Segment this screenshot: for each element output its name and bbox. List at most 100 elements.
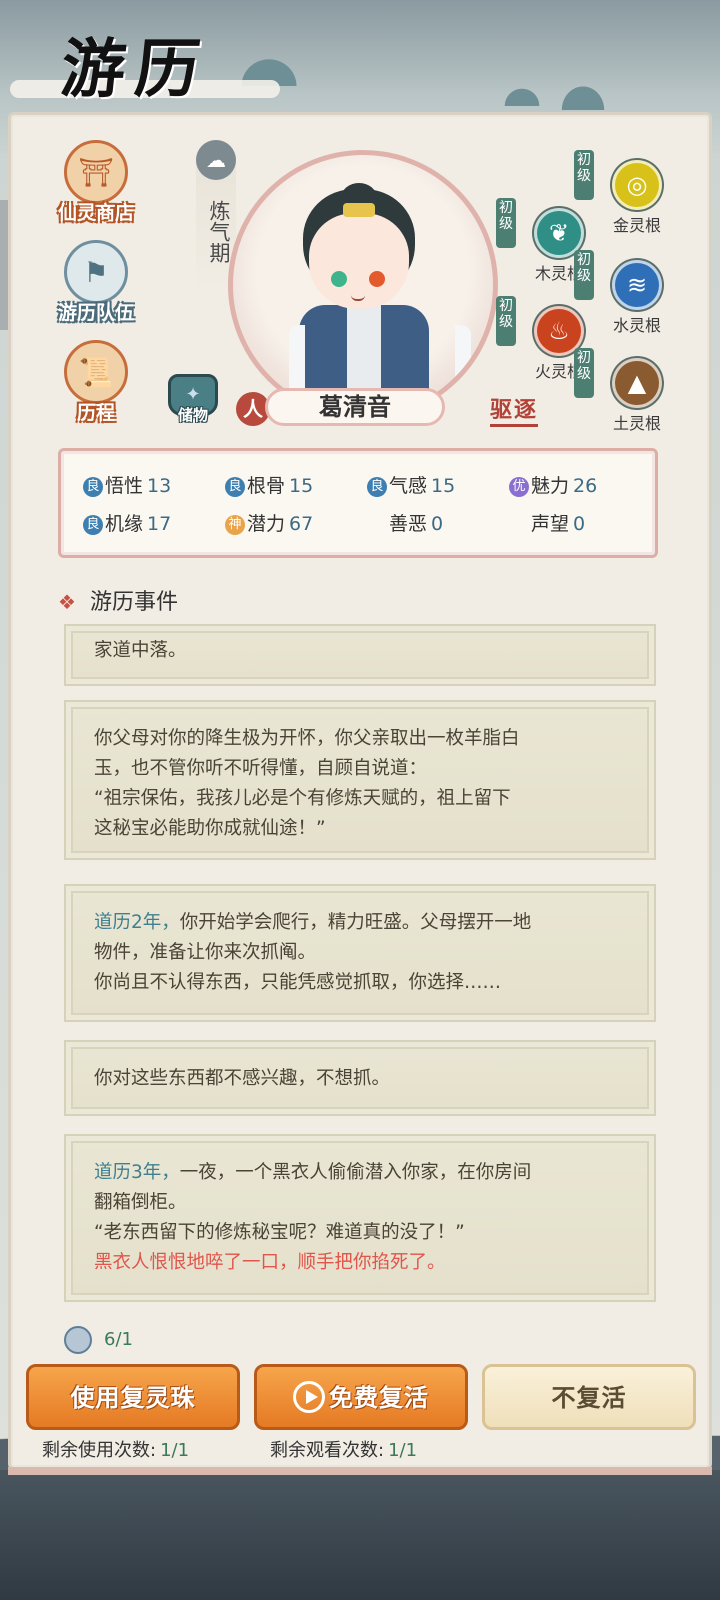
stat-charm: 优魅力 26 <box>509 471 597 498</box>
button-label: 不复活 <box>551 1384 627 1412</box>
header: 游历 <box>0 0 720 115</box>
use-revive-pearl-button[interactable]: 使用复灵珠 <box>26 1364 240 1430</box>
team-icon: ⚑ <box>64 240 128 304</box>
revive-pearl-icon <box>64 1326 92 1354</box>
event-card: 道历2年，你开始学会爬行，精力旺盛。父母摆开一地 物件，准备让你来次抓阄。 你尚… <box>64 884 656 1022</box>
stat-value: 17 <box>147 513 172 535</box>
root-label: 水灵根 <box>612 316 661 335</box>
stat-label: 根骨 <box>247 475 286 497</box>
grade-badge: 优 <box>509 477 529 497</box>
event-text: 你开始学会爬行，精力旺盛。父母摆开一地 <box>179 912 532 933</box>
gold-root-icon: ◎ <box>612 160 662 210</box>
cloud-decoration-icon <box>500 84 544 106</box>
stat-value: 0 <box>431 513 444 535</box>
event-year: 道历2年， <box>94 912 180 933</box>
earth-root-icon: ▲ <box>612 358 662 408</box>
stat-morality: 善恶 0 <box>389 509 443 536</box>
event-line: 物件，准备让你来次抓阄。 <box>94 942 317 963</box>
spirit-root-gold[interactable]: 初级 ◎ 金灵根 <box>574 150 678 236</box>
event-death-line: 黑衣人恨恨地啐了一口，顺手把你掐死了。 <box>94 1252 446 1273</box>
character-crown <box>343 203 375 217</box>
root-label: 土灵根 <box>612 414 661 433</box>
stat-value: 15 <box>289 475 314 497</box>
root-level-tag: 初级 <box>574 150 594 200</box>
stat-label: 气感 <box>389 475 428 497</box>
stat-label: 潜力 <box>247 513 286 535</box>
stat-qi-sense: 良气感 15 <box>367 471 455 498</box>
root-level-tag: 初级 <box>574 348 594 398</box>
stat-value: 0 <box>573 513 586 535</box>
event-line: 玉，也不管你听不听得懂，自顾自说道： <box>94 758 428 779</box>
stat-label: 悟性 <box>105 475 144 497</box>
menu-travel-team[interactable]: ⚑ 游历队伍 <box>36 240 156 325</box>
event-line: 你父母对你的降生极为开怀，你父亲取出一枚羊脂白 <box>94 728 520 749</box>
event-line: 你尚且不认得东西，只能凭感觉抓取，你选择…… <box>94 972 502 993</box>
character-portrait[interactable] <box>228 150 498 420</box>
shop-icon: ⛩ <box>64 140 128 204</box>
flower-ornament-icon: ❖ <box>58 590 76 614</box>
events-title: 游历事件 <box>89 590 178 615</box>
event-card: 道历3年，一夜，一个黑衣人偷偷潜入你家，在你房间 翻箱倒柜。 “老东西留下的修炼… <box>64 1134 656 1302</box>
menu-journey[interactable]: 📜 历程 <box>36 340 156 425</box>
panel-bottom-border <box>8 1467 712 1475</box>
stat-bone: 良根骨 15 <box>225 471 313 498</box>
stat-label: 善恶 <box>389 513 428 535</box>
event-card: 家道中落。 <box>64 624 656 686</box>
grade-badge: 神 <box>225 515 245 535</box>
remaining-views: 剩余观看次数: 1/1 <box>270 1436 417 1462</box>
remaining-uses-label: 剩余使用次数: <box>42 1440 157 1461</box>
event-line: 翻箱倒柜。 <box>94 1192 187 1213</box>
cultivation-stage: 炼气期 <box>207 200 231 263</box>
event-year: 道历3年， <box>94 1162 180 1183</box>
eye-right <box>369 271 385 287</box>
page-title: 游历 <box>57 32 214 107</box>
event-line: 你对这些东西都不感兴趣，不想抓。 <box>94 1068 391 1089</box>
event-line: “祖宗保佑，我孩儿必是个有修炼天赋的，祖上留下 <box>94 788 511 809</box>
grade-badge: 良 <box>83 477 103 497</box>
event-line: “老东西留下的修炼秘宝呢？难道真的没了！” <box>94 1222 465 1243</box>
attribute-panel: 良悟性 13 良根骨 15 良气感 15 优魅力 26 良机缘 17 神潜力 67 善恶 0 … <box>58 448 658 558</box>
no-revive-button[interactable]: 不复活 <box>482 1364 696 1430</box>
stat-potential: 神潜力 67 <box>225 509 313 536</box>
event-card: 你父母对你的降生极为开怀，你父亲取出一枚羊脂白 玉，也不管你听不听得懂，自顾自说… <box>64 700 656 860</box>
root-level-tag: 初级 <box>496 296 516 346</box>
spirit-root-earth[interactable]: 初级 ▲ 土灵根 <box>574 348 678 434</box>
grade-badge: 良 <box>83 515 103 535</box>
revive-pearl-count: 6/1 <box>64 1326 133 1354</box>
eye-left <box>331 271 347 287</box>
stat-value: 15 <box>431 475 456 497</box>
stat-value: 67 <box>289 513 314 535</box>
event-line: 道历3年，一夜，一个黑衣人偷偷潜入你家，在你房间 <box>94 1158 626 1188</box>
storage-button[interactable]: ✦ 储物 <box>166 374 220 425</box>
free-revive-button[interactable]: 免费复活 <box>254 1364 468 1430</box>
menu-immortal-shop[interactable]: ⛩ 仙灵商店 <box>36 140 156 225</box>
button-label: 使用复灵珠 <box>70 1384 196 1412</box>
menu-label: 历程 <box>76 402 115 424</box>
cloud-decoration-icon <box>556 80 610 110</box>
menu-label: 仙灵商店 <box>57 202 134 224</box>
root-level-tag: 初级 <box>496 198 516 248</box>
character-name: 葛清音 <box>265 388 445 426</box>
event-line: 家道中落。 <box>94 640 187 661</box>
event-card: 你对这些东西都不感兴趣，不想抓。 <box>64 1040 656 1116</box>
storage-label: 储物 <box>177 406 208 424</box>
stat-label: 声望 <box>531 513 570 535</box>
grade-badge: 良 <box>367 477 387 497</box>
revive-count: 6/1 <box>104 1329 133 1350</box>
remaining-views-label: 剩余观看次数: <box>270 1440 385 1461</box>
expel-button[interactable]: 驱逐 <box>490 392 539 427</box>
remaining-uses-value: 1/1 <box>160 1440 190 1461</box>
scroll-icon: 📜 <box>64 340 128 404</box>
root-label: 金灵根 <box>612 216 661 235</box>
stat-fortune: 良机缘 17 <box>83 509 171 536</box>
stat-reputation: 声望 0 <box>531 509 585 536</box>
event-line: 这秘宝必能助你成就仙途！” <box>94 818 326 839</box>
stat-value: 13 <box>147 475 172 497</box>
character-face <box>309 213 409 309</box>
stat-value: 26 <box>573 475 598 497</box>
stat-label: 魅力 <box>531 475 570 497</box>
spirit-root-water[interactable]: 初级 ≋ 水灵根 <box>574 250 678 336</box>
button-label: 免费复活 <box>329 1384 429 1412</box>
remaining-uses: 剩余使用次数: 1/1 <box>42 1436 189 1462</box>
root-level-tag: 初级 <box>574 250 594 300</box>
